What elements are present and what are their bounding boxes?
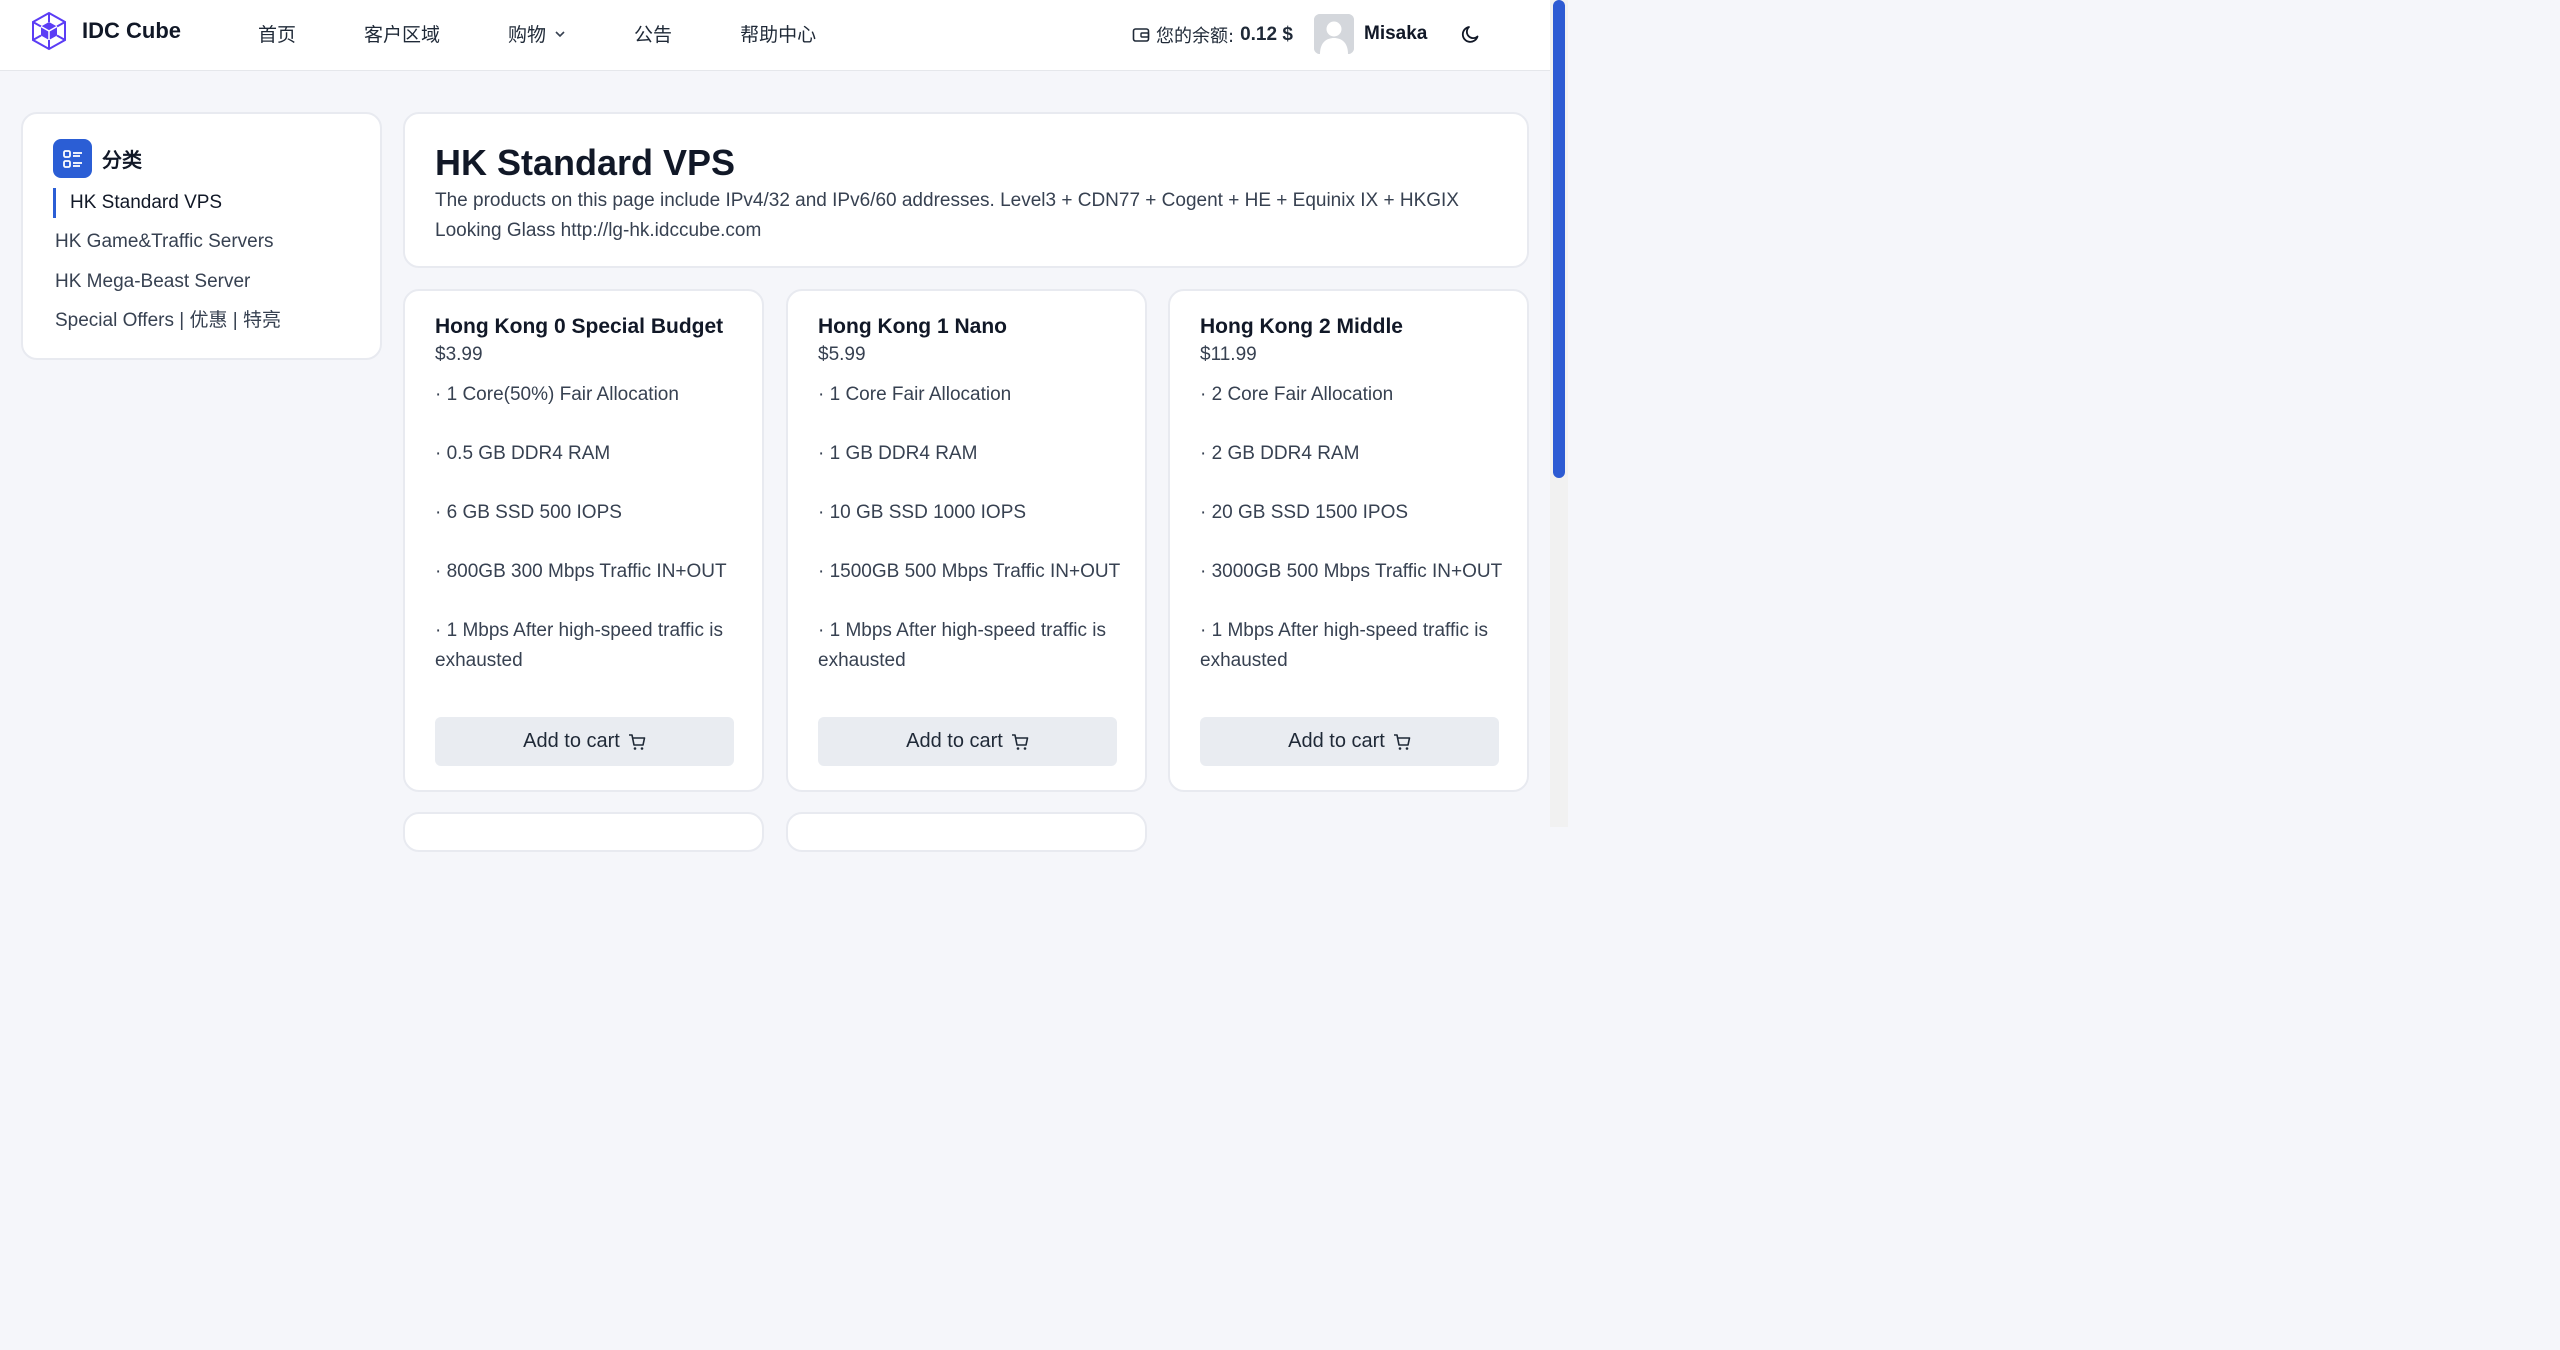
feature-item: · 1 Core(50%) Fair Allocation bbox=[435, 384, 679, 405]
nav-home[interactable]: 首页 bbox=[258, 20, 296, 47]
page-scrollbar-thumb[interactable] bbox=[1553, 0, 1565, 478]
product-price: $5.99 bbox=[818, 344, 866, 365]
brand-name: IDC Cube bbox=[82, 18, 181, 43]
moon-icon[interactable] bbox=[1460, 23, 1482, 45]
feature-item: · 20 GB SSD 1500 IPOS bbox=[1200, 502, 1409, 523]
product-card: Hong Kong 1 Nano $5.99 · 1 Core Fair All… bbox=[786, 289, 1147, 792]
balance-label: 您的余额: bbox=[1156, 26, 1235, 47]
product-card-partial bbox=[403, 812, 764, 852]
main-nav: 首页 客户区域 购物 公告 帮助中心 bbox=[258, 20, 816, 47]
feature-list: · 1 Core Fair Allocation · 1 GB DDR4 RAM… bbox=[818, 380, 1123, 705]
button-label: Add to cart bbox=[1288, 730, 1385, 752]
chevron-down-icon bbox=[555, 30, 565, 37]
feature-item: · 1 GB DDR4 RAM bbox=[818, 443, 978, 464]
button-label: Add to cart bbox=[906, 730, 1003, 752]
nav-label: 帮助中心 bbox=[740, 24, 817, 46]
nav-client-area[interactable]: 客户区域 bbox=[364, 20, 440, 47]
feature-item: · 800GB 300 Mbps Traffic IN+OUT bbox=[435, 561, 727, 582]
product-name: Hong Kong 0 Special Budget bbox=[435, 315, 724, 338]
wallet-icon bbox=[1132, 28, 1150, 42]
category-description: The products on this page include IPv4/3… bbox=[435, 186, 1495, 245]
category-sidebar: 分类 HK Standard VPS HK Game&Traffic Serve… bbox=[21, 112, 382, 360]
product-name: Hong Kong 2 Middle bbox=[1200, 315, 1403, 338]
product-card: Hong Kong 2 Middle $11.99 · 2 Core Fair … bbox=[1168, 289, 1529, 792]
feature-list: · 2 Core Fair Allocation · 2 GB DDR4 RAM… bbox=[1200, 380, 1505, 705]
add-to-cart-button[interactable]: Add to cart bbox=[435, 717, 734, 766]
feature-item: · 6 GB SSD 500 IOPS bbox=[435, 502, 622, 523]
category-item-hk-mega-beast[interactable]: HK Mega-Beast Server bbox=[53, 267, 373, 306]
description-text: The products on this page include IPv4/3… bbox=[435, 190, 1459, 211]
nav-label: 公告 bbox=[634, 24, 673, 46]
nav-help-center[interactable]: 帮助中心 bbox=[740, 20, 816, 47]
add-to-cart-button[interactable]: Add to cart bbox=[818, 717, 1117, 766]
category-item-hk-game-traffic[interactable]: HK Game&Traffic Servers bbox=[53, 227, 373, 266]
avatar bbox=[1314, 14, 1354, 54]
category-item-special-offers[interactable]: Special Offers | 优惠 | 特亮 bbox=[53, 306, 373, 345]
nav-shop-dropdown[interactable]: 购物 bbox=[508, 20, 566, 47]
cart-icon bbox=[1011, 733, 1029, 750]
brand[interactable]: IDC Cube bbox=[28, 10, 181, 52]
top-navbar: IDC Cube 首页 客户区域 购物 公告 帮助中心 您的余额: 0.12 $… bbox=[0, 0, 1550, 71]
balance-value: 0.12 $ bbox=[1240, 24, 1293, 45]
page-title: HK Standard VPS bbox=[435, 142, 736, 183]
category-item-hk-standard-vps[interactable]: HK Standard VPS bbox=[53, 188, 373, 218]
nav-label: 首页 bbox=[258, 24, 297, 46]
sidebar-title: 分类 bbox=[102, 148, 142, 172]
add-to-cart-button[interactable]: Add to cart bbox=[1200, 717, 1499, 766]
user-icon bbox=[1314, 14, 1354, 54]
product-name: Hong Kong 1 Nano bbox=[818, 315, 1007, 338]
feature-item: · 0.5 GB DDR4 RAM bbox=[435, 443, 611, 464]
cube-logo-icon bbox=[32, 11, 66, 51]
sidebar-header: 分类 bbox=[53, 139, 142, 178]
product-card-partial bbox=[786, 812, 1147, 852]
looking-glass-text: Looking Glass http://lg-hk.idccube.com bbox=[435, 219, 762, 241]
cart-icon bbox=[1393, 733, 1411, 750]
list-icon bbox=[53, 139, 92, 178]
category-header-card: HK Standard VPS The products on this pag… bbox=[403, 112, 1529, 268]
nav-announcements[interactable]: 公告 bbox=[634, 20, 672, 47]
feature-item: · 1 Mbps After high-speed traffic is exh… bbox=[818, 620, 1106, 671]
button-label: Add to cart bbox=[523, 730, 620, 752]
feature-item: · 2 Core Fair Allocation bbox=[1200, 384, 1394, 405]
cart-icon bbox=[628, 733, 646, 750]
feature-item: · 2 GB DDR4 RAM bbox=[1200, 443, 1360, 464]
feature-item: · 1 Mbps After high-speed traffic is exh… bbox=[435, 620, 723, 671]
feature-list: · 1 Core(50%) Fair Allocation · 0.5 GB D… bbox=[435, 380, 740, 705]
username: Misaka bbox=[1364, 23, 1428, 44]
feature-item: · 1500GB 500 Mbps Traffic IN+OUT bbox=[818, 561, 1121, 582]
feature-item: · 1 Core Fair Allocation bbox=[818, 384, 1012, 405]
product-price: $11.99 bbox=[1200, 344, 1257, 365]
account-balance[interactable]: 您的余额: 0.12 $ bbox=[1132, 22, 1293, 48]
product-card: Hong Kong 0 Special Budget $3.99 · 1 Cor… bbox=[403, 289, 764, 792]
feature-item: · 3000GB 500 Mbps Traffic IN+OUT bbox=[1200, 561, 1503, 582]
product-price: $3.99 bbox=[435, 344, 483, 365]
nav-label: 客户区域 bbox=[364, 24, 441, 46]
feature-item: · 1 Mbps After high-speed traffic is exh… bbox=[1200, 620, 1488, 671]
category-list: HK Standard VPS HK Game&Traffic Servers … bbox=[53, 188, 373, 345]
feature-item: · 10 GB SSD 1000 IOPS bbox=[818, 502, 1027, 523]
nav-label: 购物 bbox=[508, 24, 547, 46]
user-menu[interactable]: Misaka bbox=[1314, 14, 1427, 54]
